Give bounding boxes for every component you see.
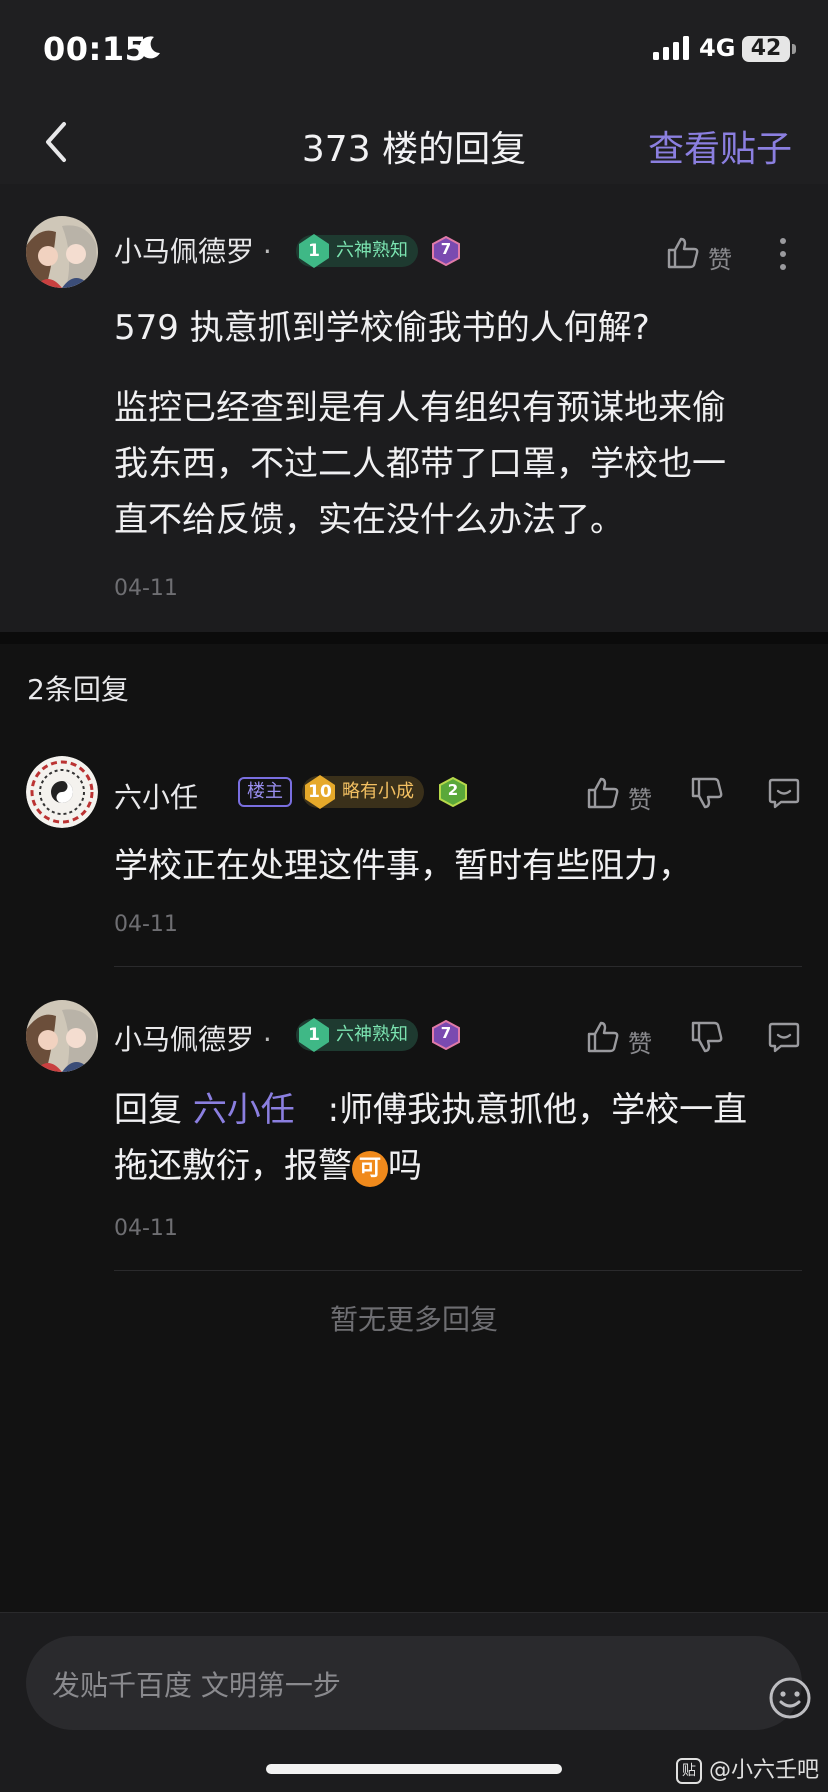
input-placeholder: 发贴千百度 文明第一步 bbox=[52, 1669, 341, 1702]
thumbs-up-icon bbox=[587, 1021, 619, 1053]
level-badge[interactable]: 1 六神熟知 bbox=[296, 1018, 418, 1052]
moon-icon bbox=[139, 36, 160, 59]
level-badge[interactable]: 10 略有小成 bbox=[302, 775, 424, 809]
username[interactable]: 六小任 bbox=[114, 776, 198, 816]
nav-bar: 373 楼的回复 查看贴子 bbox=[0, 100, 828, 184]
more-options-icon[interactable] bbox=[778, 236, 788, 272]
network-type: 4G bbox=[699, 34, 736, 62]
achievement-badge[interactable]: 7 bbox=[431, 1020, 461, 1050]
section-divider bbox=[0, 632, 828, 644]
home-indicator[interactable] bbox=[266, 1764, 562, 1774]
achievement-badge[interactable]: 7 bbox=[431, 236, 461, 266]
emoji-smile-icon[interactable] bbox=[768, 1676, 812, 1720]
like-button[interactable]: 赞 bbox=[586, 776, 666, 816]
reply-count: 2条回复 bbox=[27, 673, 129, 706]
reply-divider bbox=[114, 1270, 802, 1271]
thumbs-down-icon[interactable] bbox=[690, 1020, 724, 1054]
username-text: 小马佩德罗 bbox=[114, 1023, 255, 1056]
badge-number: 7 bbox=[440, 240, 452, 258]
reply-line: 回复 六小任 :师傅我执意抓他，学校一直 bbox=[114, 1082, 747, 1138]
post-title: 579 执意抓到学校偷我书的人何解? bbox=[114, 308, 650, 348]
reply-text-segment: :师傅我执意抓他，学校一直 bbox=[327, 1090, 748, 1130]
signal-icon bbox=[653, 36, 689, 60]
reply-divider bbox=[114, 966, 802, 967]
separator-dot: · bbox=[262, 1023, 272, 1056]
like-button[interactable]: 赞 bbox=[586, 1020, 666, 1060]
thumbs-down-icon[interactable] bbox=[690, 776, 724, 810]
like-button[interactable]: 赞 bbox=[666, 236, 746, 276]
reply-text: 回复 六小任 :师傅我执意抓他，学校一直 拖还敷衍，报警可吗 bbox=[114, 1082, 747, 1194]
post-body-line: 我东西，不过二人都带了口罩，学校也一 bbox=[114, 444, 726, 484]
reply-text: 学校正在处理这件事，暂时有些阻力， bbox=[114, 846, 692, 886]
watermark: 贴 @小六壬吧 bbox=[676, 1752, 820, 1784]
avatar-image bbox=[26, 1000, 98, 1072]
level-number: 10 bbox=[308, 782, 332, 802]
level-title: 六神熟知 bbox=[336, 1024, 408, 1045]
op-tag: 楼主 bbox=[238, 777, 292, 807]
like-label: 赞 bbox=[628, 786, 652, 814]
main-post: 小马佩德罗 · 1 六神熟知 7 赞 579 执意抓到学校偷我书的人何解? 监控… bbox=[0, 184, 828, 632]
thumbs-up-icon bbox=[667, 237, 699, 269]
status-bar: 00:15 4G 42 bbox=[0, 0, 828, 100]
like-label: 赞 bbox=[708, 246, 732, 274]
post-body: 监控已经查到是有人有组织有预谋地来偷 我东西，不过二人都带了口罩，学校也一 直不… bbox=[114, 380, 726, 548]
reply-input[interactable]: 发贴千百度 文明第一步 bbox=[26, 1636, 811, 1730]
reply-prefix: 回复 bbox=[114, 1090, 182, 1130]
avatar-image bbox=[26, 216, 98, 288]
post-date: 04-11 bbox=[114, 576, 178, 601]
reply-line: 拖还敷衍，报警可吗 bbox=[114, 1138, 747, 1194]
avatar[interactable] bbox=[26, 756, 98, 828]
thumbs-up-icon bbox=[587, 777, 619, 809]
level-number: 1 bbox=[308, 1025, 320, 1045]
username-text: 小马佩德罗 bbox=[114, 235, 255, 268]
mention-link[interactable]: 六小任 bbox=[193, 1090, 295, 1130]
reply-text-segment: 吗 bbox=[388, 1146, 422, 1186]
username[interactable]: 小马佩德罗 · bbox=[114, 1018, 272, 1058]
comment-icon[interactable] bbox=[767, 1020, 801, 1054]
like-label: 赞 bbox=[628, 1030, 652, 1058]
post-body-line: 直不给反馈，实在没什么办法了。 bbox=[114, 500, 624, 540]
reply-text-segment: 拖还敷衍，报警 bbox=[114, 1146, 352, 1186]
reply-date: 04-11 bbox=[114, 912, 178, 937]
badge-number: 2 bbox=[447, 781, 459, 799]
no-more-replies: 暂无更多回复 bbox=[329, 1303, 498, 1336]
battery-tip bbox=[792, 44, 796, 54]
watermark-text: @小六壬吧 bbox=[709, 1758, 820, 1783]
avatar[interactable] bbox=[26, 1000, 98, 1072]
level-title: 六神熟知 bbox=[336, 240, 408, 261]
status-time: 00:15 bbox=[43, 30, 148, 68]
badge-number: 7 bbox=[440, 1024, 452, 1042]
achievement-badge[interactable]: 2 bbox=[438, 777, 468, 807]
level-badge[interactable]: 1 六神熟知 bbox=[296, 234, 418, 268]
bagua-avatar-image bbox=[26, 756, 98, 828]
level-number: 1 bbox=[308, 241, 320, 261]
username[interactable]: 小马佩德罗 · bbox=[114, 230, 272, 270]
post-body-line: 监控已经查到是有人有组织有预谋地来偷 bbox=[114, 388, 726, 428]
view-post-link[interactable]: 查看贴子 bbox=[648, 120, 792, 172]
emoji-icon: 可 bbox=[352, 1151, 388, 1187]
tieba-logo-icon: 贴 bbox=[676, 1758, 702, 1784]
avatar[interactable] bbox=[26, 216, 98, 288]
separator-dot: · bbox=[262, 235, 272, 268]
battery-icon: 42 bbox=[742, 36, 790, 62]
comment-icon[interactable] bbox=[767, 776, 801, 810]
reply-date: 04-11 bbox=[114, 1216, 178, 1241]
level-title: 略有小成 bbox=[342, 781, 414, 802]
